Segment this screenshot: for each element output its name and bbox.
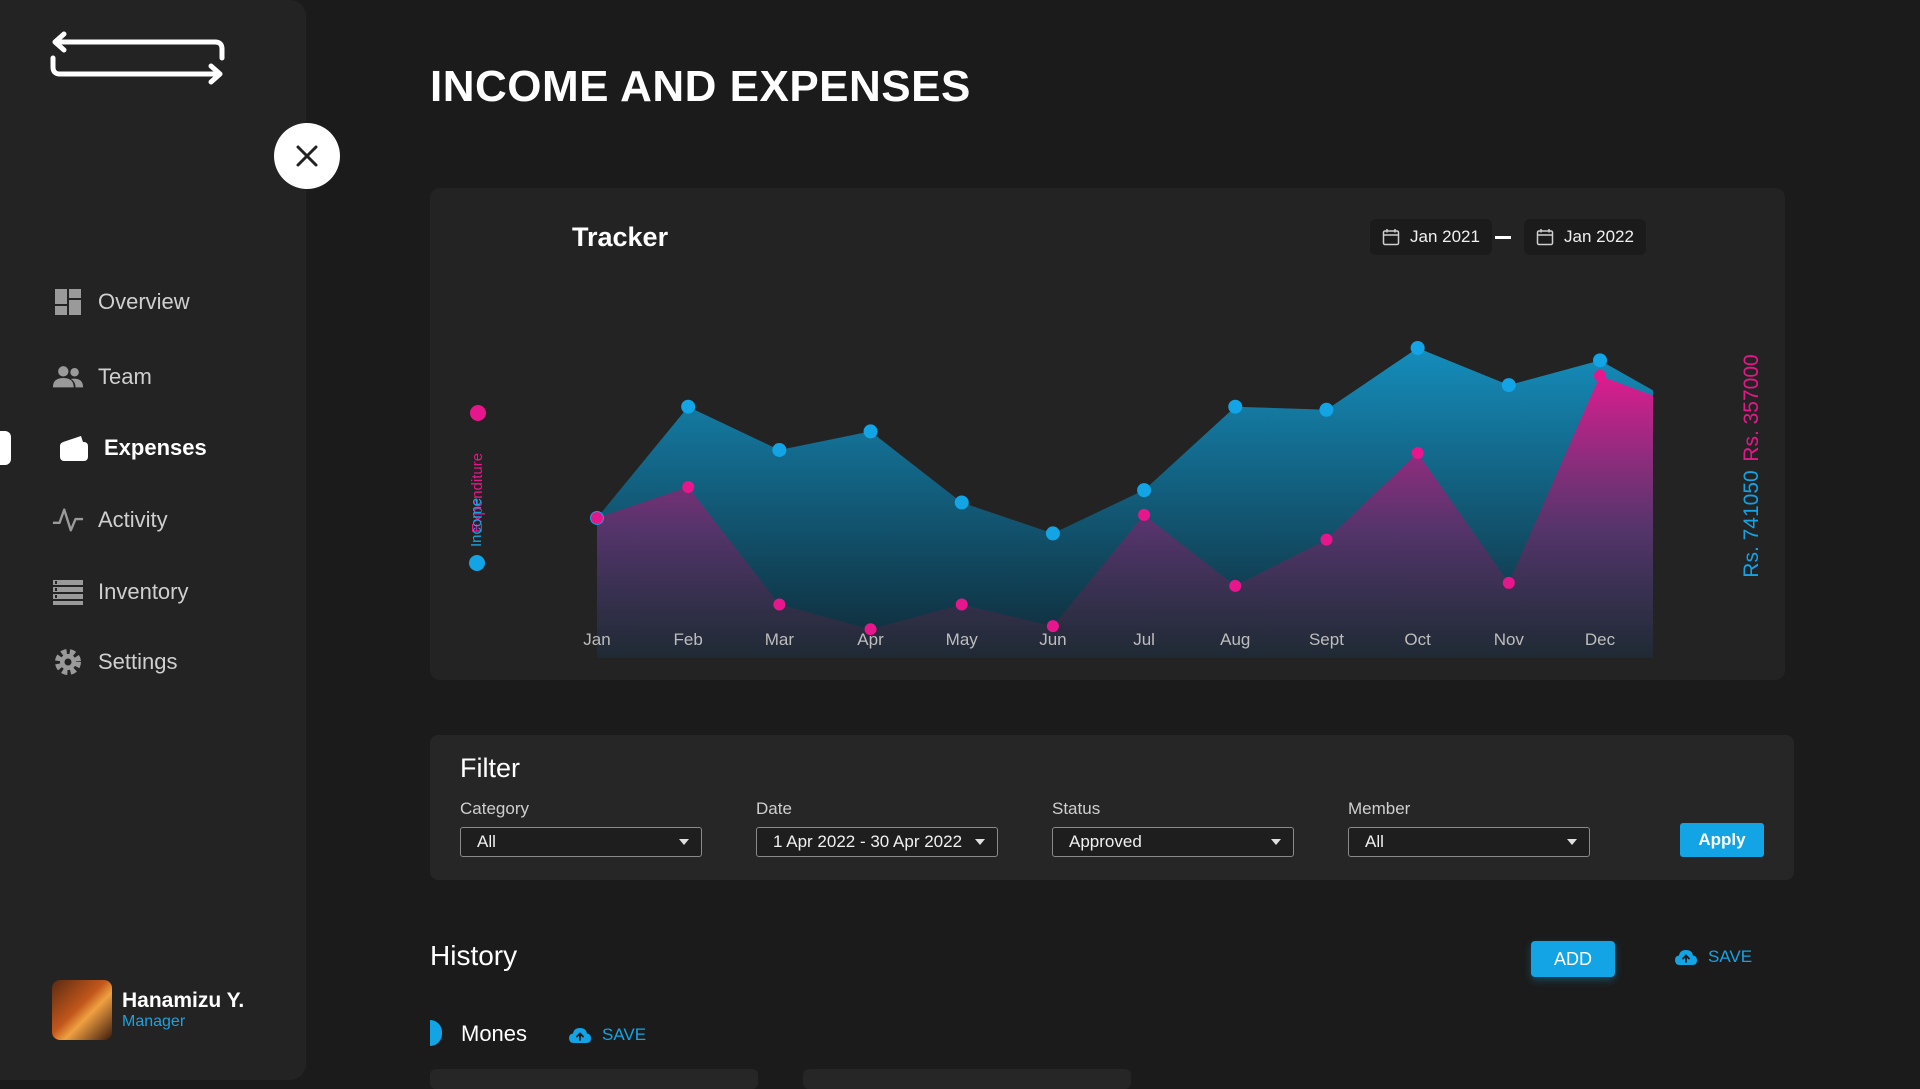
- legend-expenditure-dot: [470, 405, 486, 421]
- expenditure-point: [682, 481, 695, 494]
- section-save-label: SAVE: [602, 1025, 647, 1044]
- expenditure-point: [1138, 508, 1151, 521]
- member-select[interactable]: All: [1348, 827, 1590, 857]
- section-save-button[interactable]: SAVE: [568, 1025, 646, 1045]
- history-card[interactable]: [803, 1069, 1131, 1089]
- income-point: [1501, 378, 1516, 393]
- category-value: All: [477, 832, 496, 851]
- wallet-icon: [58, 432, 90, 464]
- history-title: History: [430, 940, 518, 971]
- income-point: [1410, 341, 1425, 355]
- sidebar-item-label: Overview: [98, 289, 190, 314]
- x-tick-label: Sept: [1309, 630, 1344, 649]
- profile-name: Hanamizu Y.: [122, 989, 245, 1012]
- income-point: [772, 442, 787, 457]
- history-save-button[interactable]: SAVE: [1674, 947, 1752, 967]
- status-label: Status: [1052, 799, 1101, 818]
- chevron-down-icon: [1567, 839, 1577, 845]
- close-icon: [296, 145, 318, 167]
- user-profile[interactable]: Hanamizu Y. Manager: [52, 980, 244, 1040]
- date-label: Date: [756, 799, 792, 818]
- income-point: [1137, 483, 1152, 498]
- add-button[interactable]: ADD: [1531, 941, 1615, 977]
- sidebar-item-label: Settings: [98, 649, 178, 674]
- expenditure-point: [1411, 447, 1424, 460]
- sidebar-item-inventory[interactable]: Inventory: [52, 572, 189, 612]
- income-point: [1045, 526, 1060, 541]
- sidebar-item-label: Team: [98, 364, 152, 389]
- sidebar-item-team[interactable]: Team: [52, 357, 152, 397]
- status-value: Approved: [1069, 832, 1142, 851]
- gear-icon: [52, 646, 84, 678]
- income-total-label: Rs. 741050: [1740, 470, 1763, 577]
- cloud-upload-icon: [569, 1028, 591, 1043]
- category-label: Category: [460, 799, 529, 818]
- x-tick-label: Apr: [857, 630, 884, 649]
- dashboard-icon: [52, 286, 84, 318]
- x-tick-label: Jul: [1133, 630, 1155, 649]
- sidebar-item-expenses[interactable]: Expenses: [58, 428, 207, 468]
- history-save-label: SAVE: [1708, 947, 1753, 966]
- x-tick-label: Jun: [1039, 630, 1066, 649]
- sidebar-item-settings[interactable]: Settings: [52, 642, 178, 682]
- list-icon: [52, 576, 84, 608]
- income-point: [954, 495, 969, 510]
- apply-filter-button[interactable]: Apply: [1680, 823, 1764, 857]
- legend-income-dot: [469, 555, 485, 571]
- profile-role: Manager: [122, 1013, 186, 1030]
- page-title: INCOME AND EXPENSES: [430, 62, 971, 111]
- sidebar-item-overview[interactable]: Overview: [52, 282, 190, 322]
- income-point: [1319, 402, 1334, 417]
- history-card[interactable]: [430, 1069, 758, 1089]
- income-point: [1228, 399, 1243, 414]
- sidebar-item-activity[interactable]: Activity: [52, 500, 168, 540]
- cloud-upload-icon: [1675, 950, 1697, 965]
- people-icon: [52, 361, 84, 393]
- tracker-card: Tracker Jan 2021 Jan 2022 Expenditure In…: [430, 188, 1785, 680]
- expenditure-point: [591, 511, 603, 524]
- expenditure-point: [1320, 533, 1333, 546]
- close-sidebar-button[interactable]: [274, 123, 340, 189]
- income-expense-chart: Expenditure Income Rs. 357000 Rs. 741050…: [468, 341, 1763, 658]
- expenditure-total-label: Rs. 357000: [1740, 354, 1763, 461]
- chevron-down-icon: [679, 839, 689, 845]
- x-tick-label: Mar: [765, 630, 795, 649]
- status-select[interactable]: Approved: [1052, 827, 1294, 857]
- expenditure-point: [1502, 576, 1515, 589]
- sidebar-item-label: Expenses: [104, 435, 207, 460]
- avatar: [52, 980, 112, 1040]
- expenditure-point: [955, 598, 968, 611]
- legend-income-label: Income: [468, 498, 485, 547]
- member-label: Member: [1348, 799, 1411, 818]
- date-range-select[interactable]: 1 Apr 2022 - 30 Apr 2022: [756, 827, 998, 857]
- chevron-down-icon: [975, 839, 985, 845]
- income-point: [863, 424, 878, 439]
- income-point: [1593, 353, 1607, 368]
- x-tick-label: Aug: [1220, 630, 1250, 649]
- section-name: Mones: [461, 1021, 528, 1046]
- expenditure-point: [1594, 369, 1606, 382]
- section-marker: [430, 1020, 442, 1046]
- app-logo: [50, 31, 225, 85]
- expenditure-point: [773, 598, 786, 611]
- filter-panel: Filter Category All Date 1 Apr 2022 - 30…: [430, 735, 1794, 880]
- x-tick-label: May: [946, 630, 979, 649]
- chevron-down-icon: [1271, 839, 1281, 845]
- x-tick-label: Nov: [1494, 630, 1525, 649]
- x-tick-label: Dec: [1585, 630, 1616, 649]
- member-value: All: [1365, 832, 1384, 851]
- x-tick-label: Jan: [583, 630, 610, 649]
- pulse-icon: [52, 504, 84, 536]
- filter-title: Filter: [460, 753, 520, 783]
- active-nav-marker: [0, 431, 11, 465]
- date-range-value: 1 Apr 2022 - 30 Apr 2022: [773, 832, 963, 851]
- income-point: [681, 399, 696, 414]
- x-tick-label: Feb: [674, 630, 703, 649]
- sidebar-item-label: Inventory: [98, 579, 189, 604]
- expenditure-point: [1229, 579, 1242, 592]
- x-tick-label: Oct: [1404, 630, 1431, 649]
- sidebar-item-label: Activity: [98, 507, 168, 532]
- category-select[interactable]: All: [460, 827, 702, 857]
- sidebar: Overview Team Expenses Activity Inventor…: [0, 0, 306, 1080]
